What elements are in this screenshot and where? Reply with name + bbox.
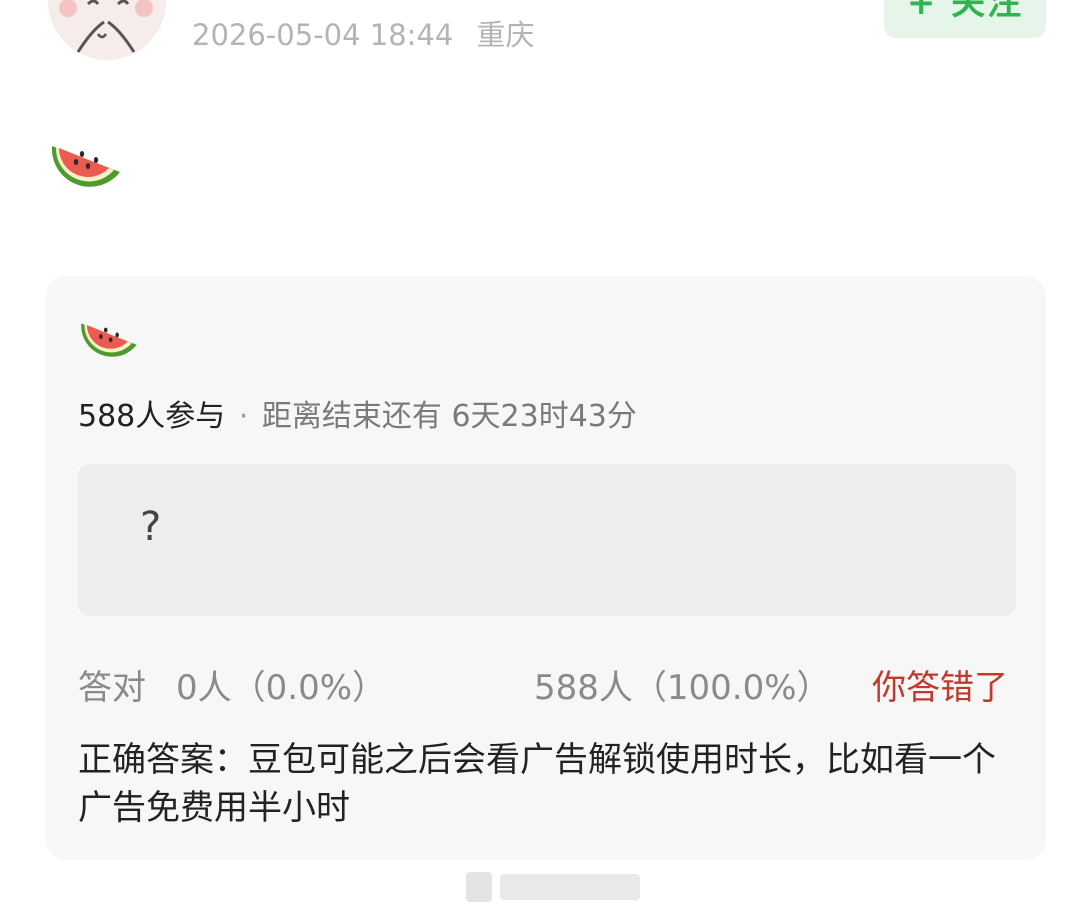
post-meta: 2026-05-04 18:44 重庆 bbox=[192, 12, 535, 54]
watermark bbox=[466, 872, 640, 902]
avatar[interactable] bbox=[48, 0, 166, 60]
post-timestamp: 2026-05-04 18:44 bbox=[192, 18, 454, 52]
follow-button-label: + 关注 bbox=[906, 0, 1024, 23]
quiz-option-text: ? bbox=[140, 504, 162, 550]
watermelon-icon bbox=[78, 312, 140, 366]
stats-separator: · bbox=[238, 399, 249, 434]
watermark-bar bbox=[500, 874, 640, 900]
wrong-answer-message: 你答错了 bbox=[872, 668, 1008, 708]
watermark-logo-icon bbox=[466, 872, 492, 902]
correct-count: 0人（0.0%） bbox=[176, 668, 387, 708]
follow-button[interactable]: + 关注 bbox=[884, 0, 1046, 38]
result-row: 答对 0人（0.0%） 588人（100.0%） 你答错了 bbox=[78, 660, 1016, 708]
correct-label: 答对 bbox=[78, 668, 146, 708]
correct-answer-text: 正确答案：豆包可能之后会看广告解锁使用时长，比如看一个广告免费用半小时 bbox=[78, 740, 996, 828]
quiz-option[interactable]: ? bbox=[78, 464, 1016, 616]
avatar-face-icon bbox=[48, 0, 166, 60]
quiz-stats: 588人参与 · 距离结束还有 6天23时43分 bbox=[78, 391, 637, 435]
quiz-card: 588人参与 · 距离结束还有 6天23时43分 ? 答对 0人（0.0%） 5… bbox=[46, 276, 1046, 860]
wrong-count: 588人（100.0%） bbox=[534, 668, 831, 708]
participant-count: 588人参与 bbox=[78, 399, 226, 434]
countdown-text: 距离结束还有 6天23时43分 bbox=[261, 399, 637, 434]
watermelon-icon bbox=[48, 132, 124, 198]
post-location: 重庆 bbox=[476, 18, 535, 52]
